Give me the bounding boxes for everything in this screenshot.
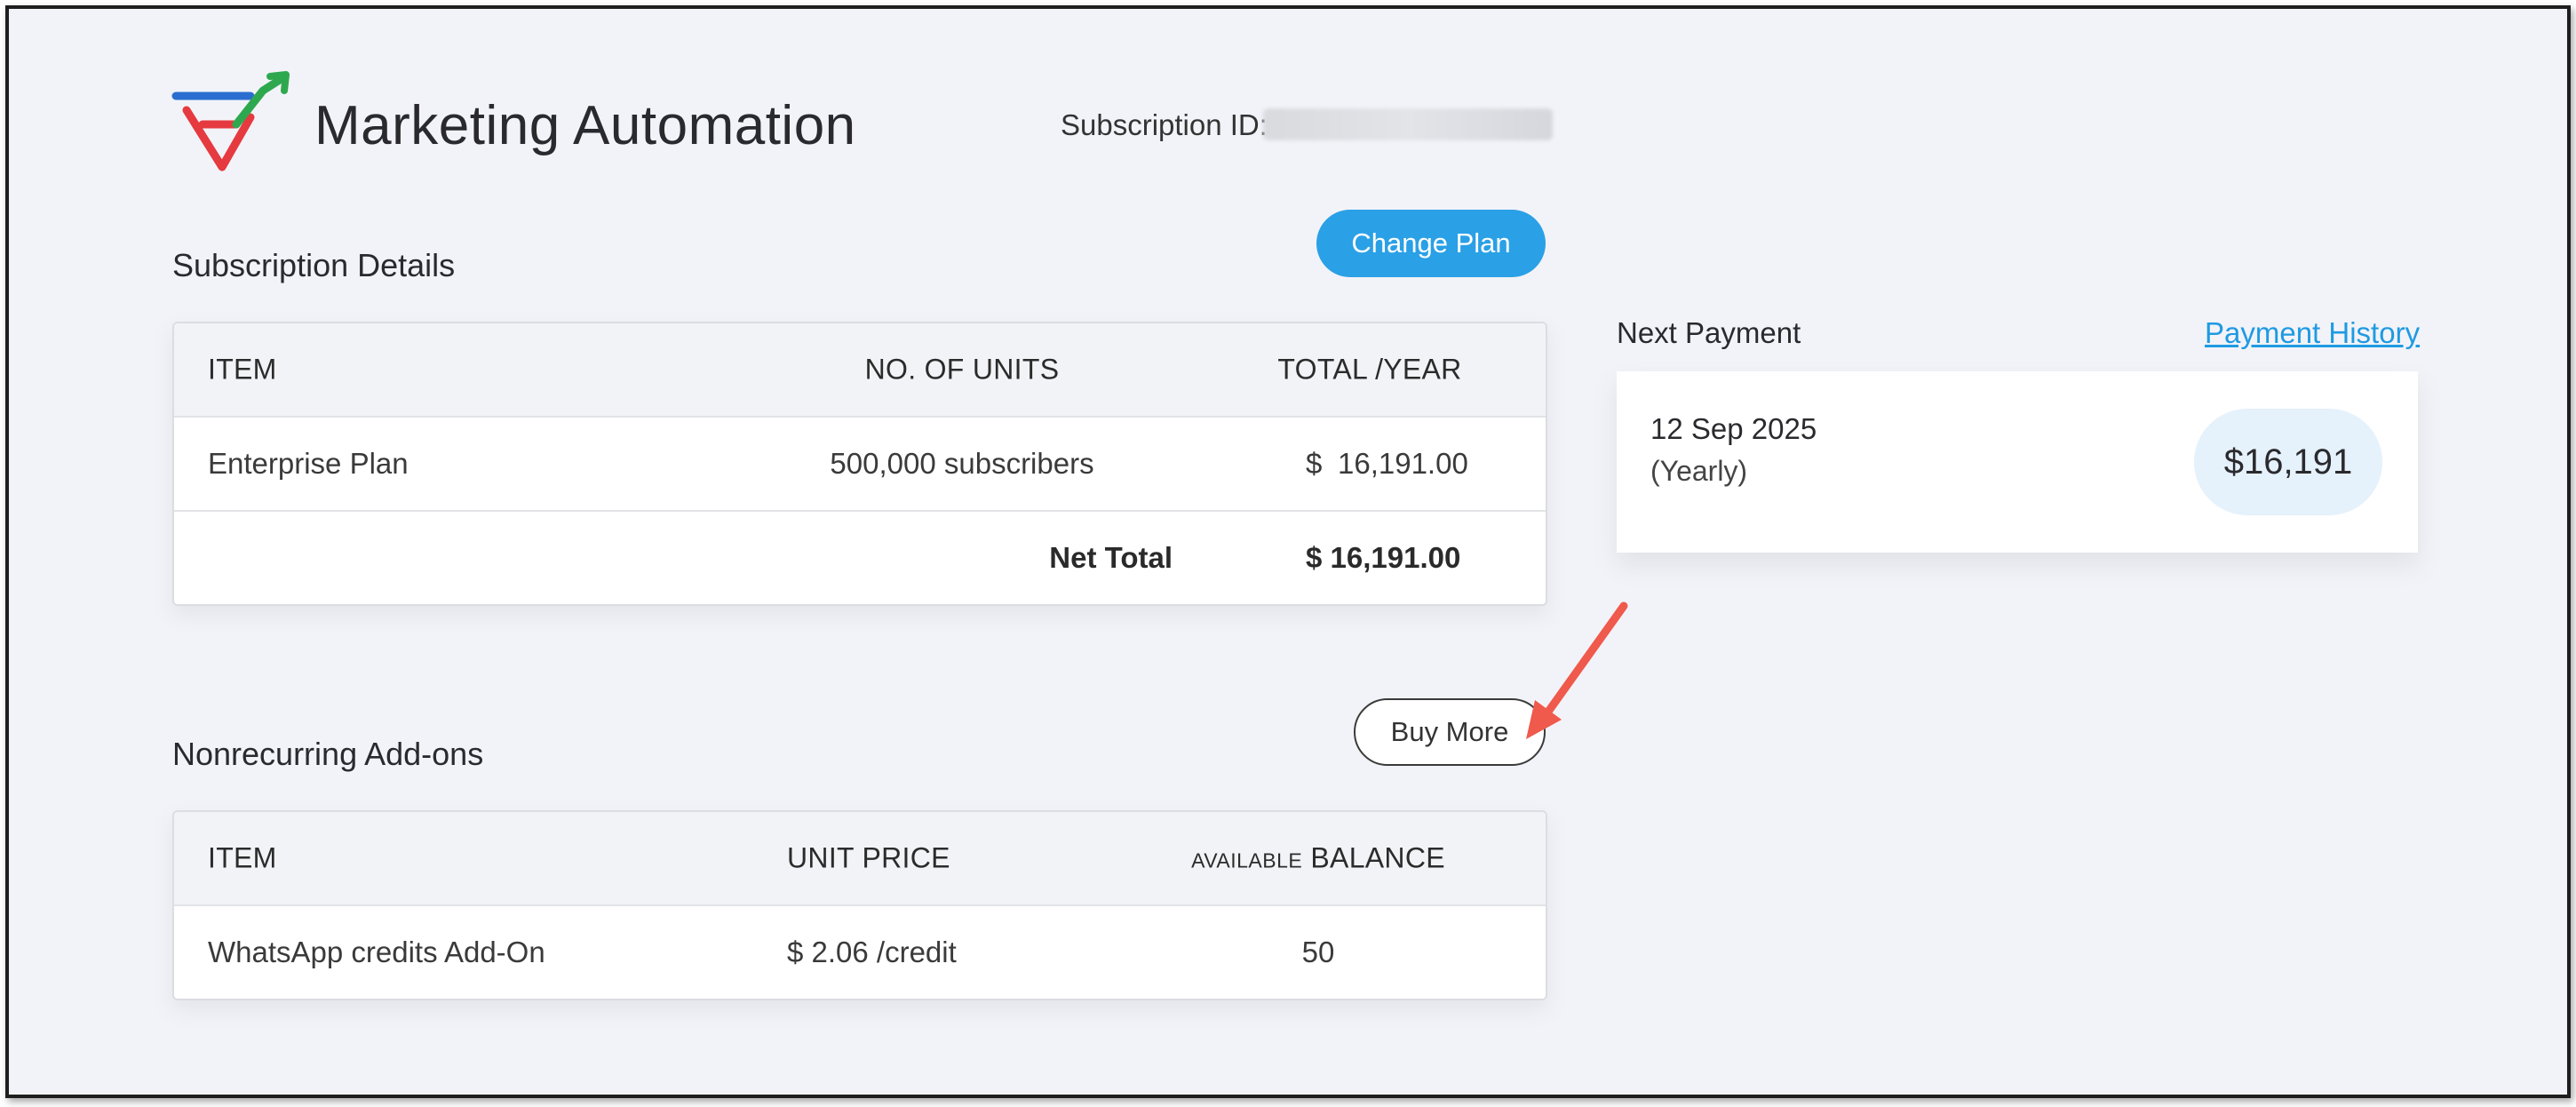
- next-payment-title: Next Payment: [1617, 316, 1801, 349]
- col-unit-price: UNIT PRICE: [787, 841, 950, 874]
- net-total-row: Net Total $ 16,191.00: [174, 510, 1546, 604]
- next-payment-frequency: (Yearly): [1650, 455, 1748, 487]
- change-plan-button[interactable]: Change Plan: [1316, 210, 1546, 277]
- addons-title: Nonrecurring Add-ons: [172, 736, 484, 772]
- table-header: ITEM UNIT PRICE AVAILABLE BALANCE: [174, 812, 1546, 904]
- next-payment-date: 12 Sep 2025: [1650, 412, 1817, 445]
- next-payment-card: 12 Sep 2025 (Yearly) $16,191: [1617, 371, 2418, 553]
- app-window: Marketing Automation Subscription ID: Su…: [5, 5, 2571, 1098]
- row-item: Enterprise Plan: [208, 447, 409, 480]
- row-item: WhatsApp credits Add-On: [208, 936, 545, 968]
- net-total-label: Net Total: [1049, 541, 1173, 574]
- table-row: Enterprise Plan 500,000 subscribers $ 16…: [174, 416, 1546, 510]
- table-row: WhatsApp credits Add-On $ 2.06 /credit 5…: [174, 904, 1546, 999]
- row-balance: 50: [1301, 936, 1335, 968]
- col-available-balance: AVAILABLE BALANCE: [1191, 842, 1445, 875]
- red-arrow-annotation-icon: [1526, 601, 1628, 739]
- next-payment-amount: $16,191: [2194, 409, 2382, 515]
- subscription-id-redacted: [1263, 108, 1553, 140]
- payment-history-link[interactable]: Payment History: [2205, 316, 2420, 350]
- col-item: ITEM: [208, 841, 277, 874]
- subscription-details-title: Subscription Details: [172, 247, 456, 283]
- col-total-year: TOTAL /YEAR: [1277, 353, 1462, 386]
- net-total-value: $ 16,191.00: [1306, 541, 1461, 574]
- table-header: ITEM NO. OF UNITS TOTAL /YEAR: [174, 323, 1546, 416]
- col-item: ITEM: [208, 353, 277, 386]
- subscription-id-label: Subscription ID:: [1061, 108, 1268, 141]
- app-title: Marketing Automation: [314, 95, 856, 156]
- row-units: 500,000 subscribers: [830, 447, 1094, 480]
- col-balance-prefix: AVAILABLE: [1191, 848, 1303, 872]
- addons-table: ITEM UNIT PRICE AVAILABLE BALANCE WhatsA…: [172, 810, 1547, 1000]
- col-units: NO. OF UNITS: [864, 353, 1060, 386]
- subscription-table: ITEM NO. OF UNITS TOTAL /YEAR Enterprise…: [172, 322, 1547, 606]
- marketing-automation-logo-icon: [171, 71, 290, 171]
- row-currency: $: [1306, 447, 1323, 480]
- row-unit-price: $ 2.06 /credit: [787, 936, 957, 968]
- col-balance: BALANCE: [1310, 841, 1445, 874]
- row-total: 16,191.00: [1338, 447, 1468, 480]
